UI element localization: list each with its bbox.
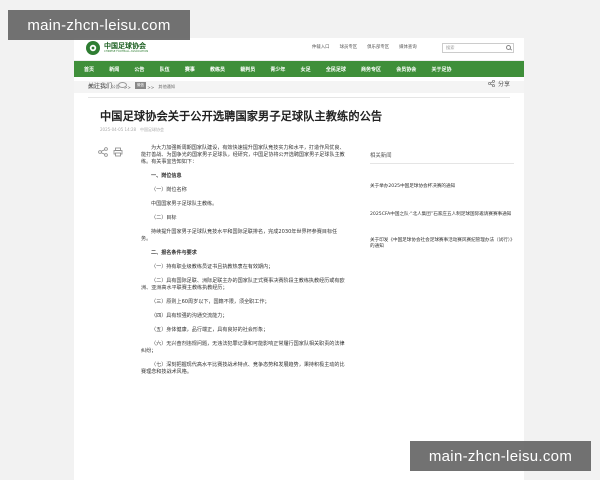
top-links: 仲裁入口 球员专区 俱乐部专区 媒体查询 — [312, 44, 417, 50]
requirement-item: （一）持有职业级教练员证书且执教热衷在有效期内； — [151, 264, 274, 270]
nav-item-coaches[interactable]: 教练员 — [202, 66, 232, 73]
related-news-item[interactable]: 关于举办2025中国足球协会杯决赛的通知 — [370, 184, 514, 190]
nav-item-youth[interactable]: 青少年 — [263, 66, 293, 73]
watermark-bottom: main-zhcn-leisu.com — [410, 441, 591, 471]
article-intro: 为大力加强新周期国家队建设，有效快速提升国家队竞技实力和水平，打造作风优良、能打… — [141, 145, 345, 165]
related-news: 相关新闻 关于举办2025中国足球协会杯决赛的通知 2025CFA中国之队·“北… — [370, 151, 514, 251]
requirement-item: （三）原则上60周岁以下，国籍不限，须全职工作； — [151, 299, 270, 305]
share-icon — [488, 80, 495, 87]
toplink-arbitration[interactable]: 仲裁入口 — [312, 44, 330, 50]
nav-item-business[interactable]: 商务专区 — [353, 66, 388, 73]
article-meta: 2025-04-05 14:28 中国足球协会 — [100, 127, 165, 132]
wechat-button[interactable]: 微信 — [135, 81, 147, 89]
requirement-item: （二）具有国际足联、洲际足联主办的国家队正式赛事决赛阶段主教练执教经历或有欧洲、… — [141, 278, 345, 291]
requirement-item: （六）无兴奋剂违规问题，无违法犯罪记录和可能影响正常履行国家队相关职责的法律纠纷… — [141, 341, 345, 354]
share-icon[interactable] — [98, 147, 108, 157]
toplink-media[interactable]: 媒体查询 — [399, 44, 417, 50]
search-icon[interactable] — [506, 45, 511, 50]
follow-label: 关注我们 — [88, 82, 113, 90]
nav-item-news[interactable]: 新闻 — [102, 66, 127, 73]
search-input[interactable]: 搜索 — [442, 43, 514, 53]
share-label: 分享 — [497, 81, 510, 88]
article-side-tools — [98, 147, 123, 175]
logo-subtitle: CHINESE FOOTBALL ASSOCIATION — [104, 50, 149, 53]
logo-name: 中国足球协会 — [104, 42, 146, 50]
nav-item-grassroots[interactable]: 全民足球 — [318, 66, 353, 73]
sub-heading: （二）目标 — [151, 215, 177, 221]
weibo-icon[interactable] — [118, 82, 128, 88]
header-divider — [88, 97, 510, 98]
site-header: 中国足球协会 CHINESE FOOTBALL ASSOCIATION 仲裁入口… — [74, 38, 524, 61]
article-title: 中国足球协会关于公开选聘国家男子足球队主教练的公告 — [100, 110, 383, 123]
related-news-title: 相关新闻 — [370, 151, 514, 164]
requirement-item: （四）具有较强的沟通交流能力； — [151, 313, 228, 319]
share-button[interactable]: 分享 — [488, 79, 510, 88]
section-heading: 一、岗位信息 — [151, 173, 182, 179]
requirement-item: （五）身体健康，品行端正，具有良好的社会形象； — [151, 327, 269, 333]
nav-item-members[interactable]: 会员协会 — [389, 66, 424, 73]
print-icon[interactable] — [113, 147, 123, 157]
nav-item-home[interactable]: 首页 — [74, 66, 102, 73]
related-news-item[interactable]: 2025CFA中国之队·“北人集团”石家庄五人制足球国际邀请赛赛事通知 — [370, 212, 514, 218]
search-placeholder: 搜索 — [446, 45, 455, 50]
main-nav: 首页 新闻 公告 队伍 赛事 教练员 裁判员 青少年 女足 全民足球 商务专区 … — [74, 61, 524, 77]
requirement-item: （七）深刻把握现代高水平比赛技战术特点、竞争态势和发展趋势，秉持积极主动的比赛理… — [141, 362, 345, 375]
paragraph: 持续提升国家男子足球队竞技水平和国际足联排名，完成2030年世界杯参赛目标任务。 — [141, 229, 338, 242]
nav-item-women[interactable]: 女足 — [293, 66, 318, 73]
watermark-top: main-zhcn-leisu.com — [8, 10, 190, 40]
sub-heading: （一）岗位名称 — [151, 187, 187, 193]
nav-item-events[interactable]: 赛事 — [177, 66, 202, 73]
toplink-players[interactable]: 球员专区 — [340, 44, 358, 50]
site-logo[interactable]: 中国足球协会 CHINESE FOOTBALL ASSOCIATION — [86, 41, 148, 55]
nav-item-about[interactable]: 关于足协 — [424, 66, 459, 73]
nav-item-referees[interactable]: 裁判员 — [233, 66, 263, 73]
paragraph: 中国国家男子足球队主教练。 — [151, 201, 218, 207]
section-heading: 二、报名条件与要求 — [151, 250, 197, 256]
share-row: 关注我们 微信 分享 — [88, 79, 510, 91]
nav-item-notices[interactable]: 公告 — [127, 66, 152, 73]
related-news-item[interactable]: 关于印发《中国足球协会社会足球赛事活动赛风赛纪管理办法（试行）》的通知 — [370, 238, 514, 251]
nav-item-teams[interactable]: 队伍 — [152, 66, 177, 73]
toplink-clubs[interactable]: 俱乐部专区 — [367, 44, 389, 50]
cfa-emblem-icon — [86, 41, 100, 55]
article-body: 为大力加强新周期国家队建设，有效快速提升国家队竞技实力和水平，打造作风优良、能打… — [141, 145, 346, 376]
